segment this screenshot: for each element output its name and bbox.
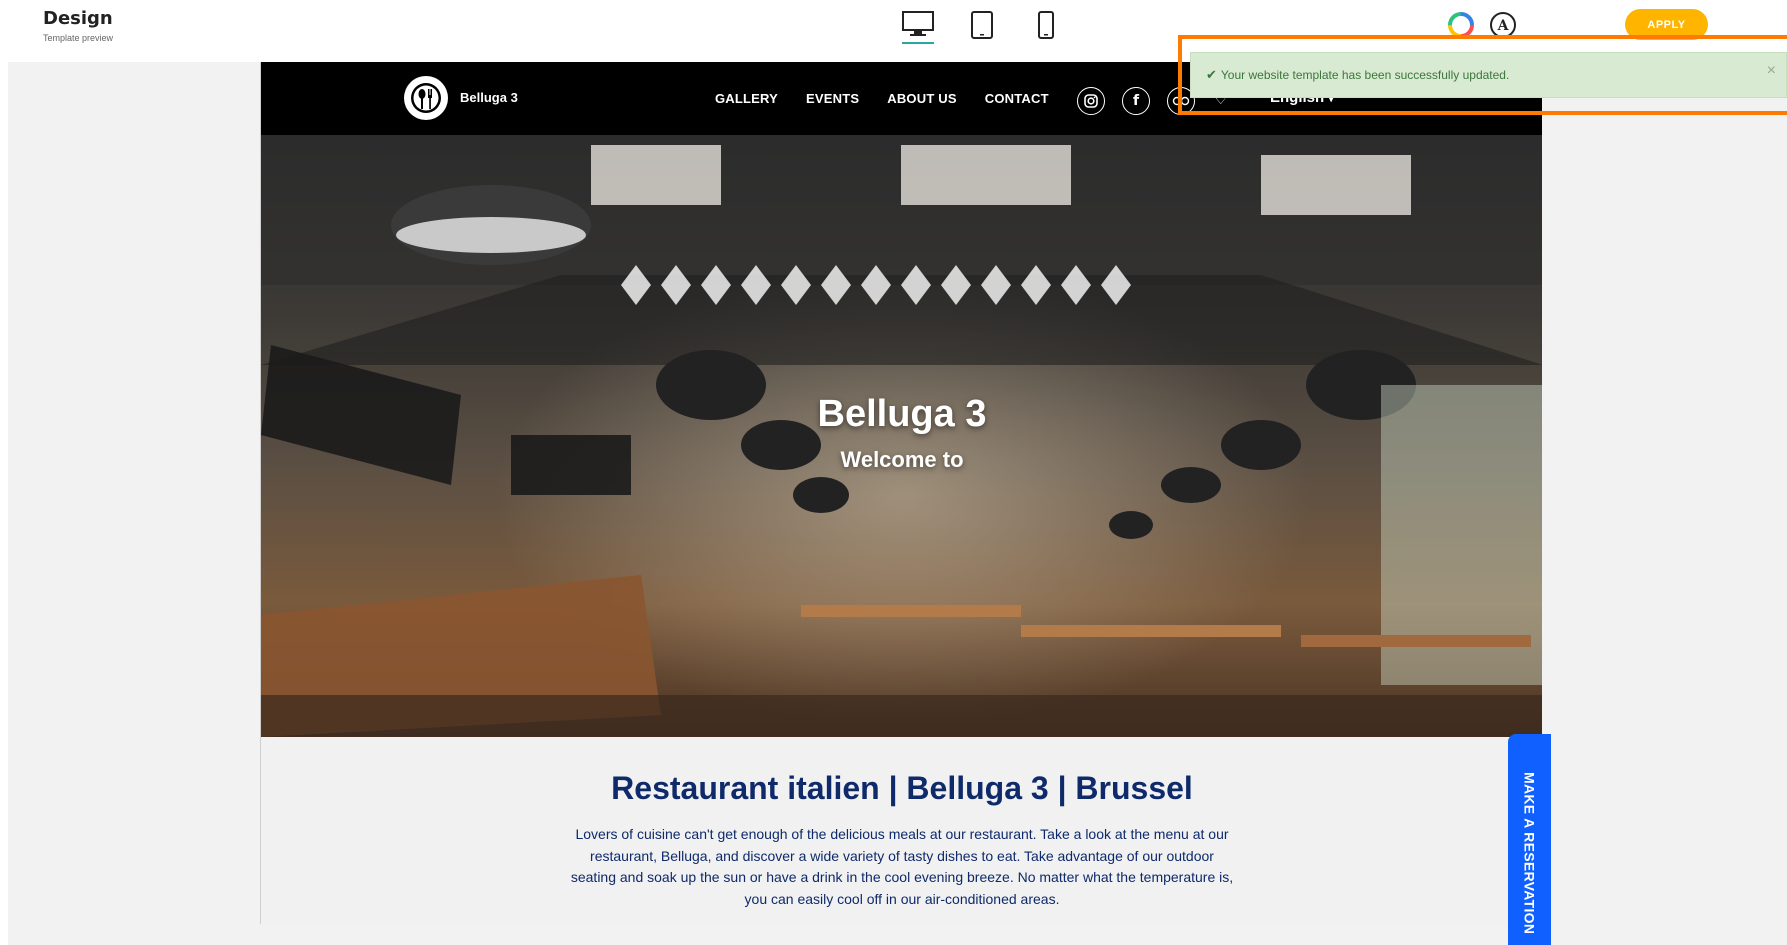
brand: Design Template preview [43, 8, 113, 43]
desktop-icon [902, 11, 934, 36]
facebook-glyph: f [1132, 93, 1140, 109]
page-subtitle: Template preview [43, 33, 114, 43]
tablet-icon [971, 11, 993, 39]
desktop-view-button[interactable] [900, 10, 936, 44]
content-paragraph: Lovers of cuisine can't get enough of th… [570, 826, 1234, 907]
notification-message: Your website template has been successfu… [1220, 68, 1510, 82]
content-title: Restaurant italien | Belluga 3 | Brussel [611, 770, 1193, 806]
nav-contact[interactable]: CONTACT [985, 91, 1049, 106]
site-logo[interactable] [404, 76, 448, 120]
nav-gallery[interactable]: GALLERY [715, 91, 778, 106]
make-reservation-button[interactable]: MAKE A RESERVATION [1508, 734, 1551, 945]
site-nav-links: GALLERY EVENTS ABOUT US CONTACT [715, 91, 1049, 106]
website-preview: Belluga 3 GALLERY EVENTS ABOUT US CONTAC… [260, 62, 1542, 924]
device-switcher [900, 10, 1064, 44]
hero-image [261, 135, 1542, 737]
hero-subtitle: Welcome to [840, 447, 964, 472]
site-name[interactable]: Belluga 3 [460, 90, 518, 105]
success-notification: ✔ Your website template has been success… [1190, 52, 1787, 98]
svg-text:A: A [1497, 18, 1510, 34]
canvas: Belluga 3 GALLERY EVENTS ABOUT US CONTAC… [8, 62, 1787, 945]
mobile-icon [1038, 11, 1054, 39]
page-title: Design [43, 8, 113, 29]
tablet-view-button[interactable] [964, 10, 1000, 44]
mobile-view-button[interactable] [1028, 10, 1064, 44]
cutlery-icon [411, 83, 441, 113]
nav-events[interactable]: EVENTS [806, 91, 859, 106]
instagram-icon[interactable] [1077, 87, 1105, 115]
nav-about-us[interactable]: ABOUT US [887, 91, 957, 106]
close-icon[interactable]: × [1767, 62, 1776, 80]
hero-title: Belluga 3 [817, 393, 987, 435]
hero-section: Belluga 3 Welcome to [261, 135, 1542, 737]
facebook-icon[interactable]: f [1122, 87, 1150, 115]
check-icon: ✔ [1206, 67, 1217, 82]
make-reservation-label: MAKE A RESERVATION [1521, 771, 1538, 935]
